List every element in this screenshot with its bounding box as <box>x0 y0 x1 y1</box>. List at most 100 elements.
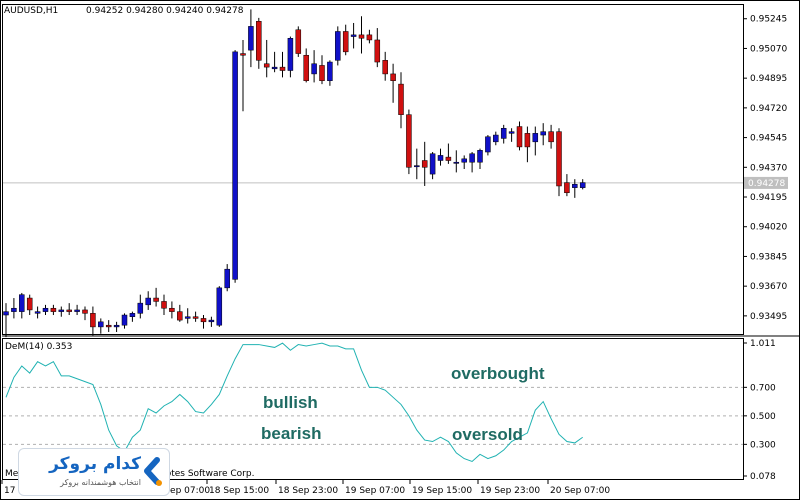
price-tick-label: 0.94545 <box>750 134 787 144</box>
candle-body <box>224 268 230 289</box>
price-tick-label: 0.94720 <box>750 104 787 114</box>
time-tick-label: 19 Sep 07:00 <box>345 486 405 496</box>
indicator-tick-label: 1.011 <box>750 339 776 349</box>
price-tick-label: 0.95245 <box>750 15 787 25</box>
candle-body <box>208 319 215 323</box>
candle-body <box>58 309 65 312</box>
candle-body <box>406 114 412 168</box>
time-tick-label: 20 Sep 07:00 <box>550 486 610 496</box>
candle-body <box>129 313 136 317</box>
indicator-tick-label: 0.300 <box>750 440 776 450</box>
candle-body <box>98 321 104 328</box>
candle-body <box>105 324 112 328</box>
candle-body <box>311 63 317 75</box>
candle-body <box>564 182 570 194</box>
candle-body <box>327 61 333 81</box>
logo-tagline: انتخاب هوشمندانه بروکر <box>60 478 141 487</box>
candle-body <box>50 307 57 312</box>
time-tick-label: 18 Sep 23:00 <box>278 486 338 496</box>
candle-body <box>579 182 586 188</box>
price-tick-label: 0.93845 <box>750 252 787 262</box>
candle-body <box>153 297 159 302</box>
candle-body <box>342 31 349 53</box>
symbol-label: AUDUSD,H1 <box>4 6 58 16</box>
candle-body <box>137 302 144 314</box>
copyright-text: uotes Software Corp. <box>160 469 254 479</box>
candle-body <box>421 160 428 168</box>
candle-body <box>26 297 33 311</box>
chevron-left-icon <box>144 457 162 486</box>
candle-body <box>287 38 294 71</box>
indicator-label: DeM(14) 0.353 <box>5 342 72 352</box>
candle-body <box>398 83 404 115</box>
candle-body <box>445 156 452 161</box>
bearish-annotation: bearish <box>261 424 321 443</box>
candle-body <box>319 65 325 81</box>
candle-body <box>540 131 546 136</box>
candle-body <box>390 73 396 81</box>
candle-body <box>184 316 191 319</box>
price-tick-label: 0.93495 <box>750 312 787 322</box>
candle-body <box>161 301 167 309</box>
price-tick-label: 0.95070 <box>750 44 787 54</box>
price-tick-label: 0.94370 <box>750 163 787 173</box>
logo-brand-text: کدام بروکر <box>49 454 141 474</box>
candle-body <box>34 311 41 314</box>
candle-body <box>461 158 467 163</box>
candle-body <box>3 311 9 316</box>
candle-body <box>240 53 246 56</box>
price-tick-label: 0.93670 <box>750 282 787 292</box>
candle-body <box>548 131 554 143</box>
current-price-tag-label: 0.94278 <box>748 179 785 189</box>
candle-body <box>279 66 286 71</box>
candle-body <box>271 66 278 70</box>
time-tick-label: 19 Sep 23:00 <box>480 486 540 496</box>
candle-body <box>500 128 507 139</box>
candle-body <box>556 131 562 187</box>
candle-body <box>303 54 309 81</box>
candle-body <box>469 153 475 163</box>
candle-body <box>11 307 17 312</box>
candle-body <box>263 63 270 68</box>
chart-window: AUDUSD,H1 0.94252 0.94280 0.94240 0.9427… <box>0 0 800 500</box>
broker-logo: کدام بروکر انتخاب هوشمندانه بروکر <box>18 448 170 496</box>
candle-body <box>335 31 341 61</box>
candle-body <box>350 34 357 37</box>
candle-body <box>374 39 381 63</box>
candle-body <box>113 324 120 328</box>
candle-body <box>232 51 238 280</box>
chart-border <box>0 0 800 500</box>
indicator-tick-label: 0.700 <box>750 383 776 393</box>
candle-body <box>74 309 80 312</box>
candle-body <box>248 26 254 51</box>
candle-body <box>19 294 25 312</box>
candle-body <box>256 21 262 61</box>
candle-body <box>66 309 72 312</box>
candle-body <box>295 29 302 54</box>
candle-body <box>82 309 88 314</box>
candle-body <box>42 307 49 312</box>
candle-body <box>477 150 483 163</box>
price-tick-label: 0.94195 <box>750 193 787 203</box>
price-tick-label: 0.94020 <box>750 223 787 233</box>
time-tick-label: 19 Sep 15:00 <box>412 486 472 496</box>
indicator-tick-label: 0.500 <box>750 412 776 422</box>
candle-body <box>366 34 373 41</box>
candle-body <box>485 136 491 153</box>
candle-body <box>177 311 183 321</box>
time-tick-label: 18 Sep 15:00 <box>209 486 269 496</box>
candle-body <box>532 133 539 143</box>
candle-body <box>121 314 128 326</box>
candle-body <box>572 184 578 188</box>
candle-body <box>192 316 199 319</box>
candle-body <box>493 134 499 143</box>
candle-body <box>524 133 531 148</box>
candle-body <box>382 60 388 75</box>
candle-body <box>453 161 460 164</box>
candle-body <box>200 318 207 323</box>
candle-body <box>516 126 523 148</box>
bullish-annotation: bullish <box>263 393 318 412</box>
candle-body <box>414 165 420 168</box>
candle-body <box>169 307 175 312</box>
indicator-tick-label: 0.078 <box>750 472 776 482</box>
